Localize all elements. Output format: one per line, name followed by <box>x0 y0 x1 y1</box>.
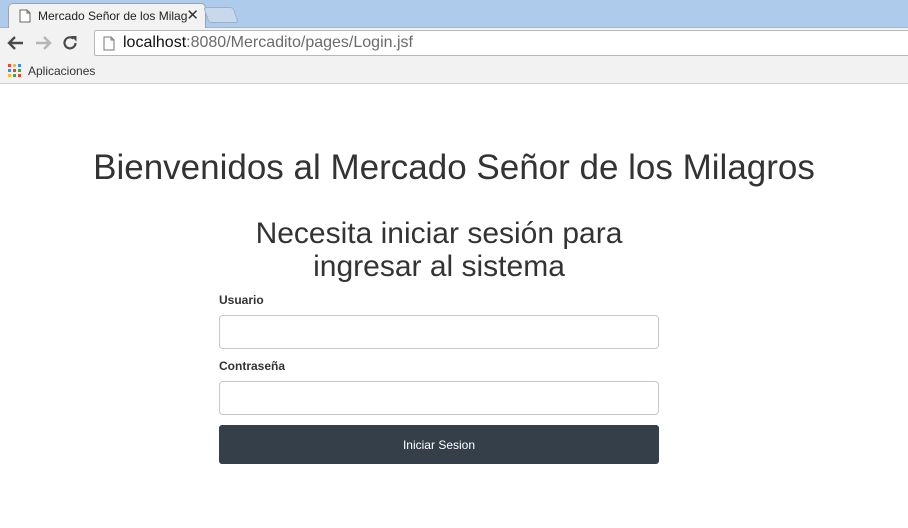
login-subtitle: Necesita iniciar sesión para ingresar al… <box>255 217 623 283</box>
forward-button[interactable] <box>32 32 54 54</box>
bookmarks-bar: Aplicaciones <box>0 58 908 84</box>
username-label: Usuario <box>219 293 264 307</box>
page-title: Bienvenidos al Mercado Señor de los Mila… <box>93 148 815 187</box>
url-host: localhost <box>123 34 187 51</box>
password-label: Contraseña <box>219 359 286 373</box>
back-button[interactable] <box>5 32 27 54</box>
apps-grid-icon[interactable] <box>8 64 21 77</box>
password-input[interactable] <box>219 381 659 415</box>
reload-button[interactable] <box>59 32 81 54</box>
url-path: :8080/Mercadito/pages/Login.jsf <box>186 34 413 51</box>
browser-toolbar: localhost:8080/Mercadito/pages/Login.jsf <box>0 28 908 58</box>
tab-title: Mercado Señor de los Milagros <box>38 9 188 23</box>
page-icon <box>103 36 115 50</box>
login-button[interactable]: Iniciar Sesion <box>219 425 659 464</box>
forward-arrow-icon <box>36 36 52 50</box>
username-input[interactable] <box>219 315 659 349</box>
page-content: Bienvenidos al Mercado Señor de los Mila… <box>0 85 908 528</box>
reload-icon <box>63 36 77 50</box>
back-arrow-icon <box>7 36 23 50</box>
new-tab-button[interactable] <box>203 7 239 23</box>
page-icon <box>19 9 31 23</box>
apps-bookmark-label[interactable]: Aplicaciones <box>28 64 95 78</box>
browser-tab[interactable]: Mercado Señor de los Milagros ✕ <box>8 3 206 28</box>
tab-close-icon[interactable]: ✕ <box>186 8 199 24</box>
tab-strip: Mercado Señor de los Milagros ✕ <box>0 0 908 28</box>
address-bar[interactable]: localhost:8080/Mercadito/pages/Login.jsf <box>94 30 908 56</box>
login-form: Usuario Contraseña Iniciar Sesion <box>219 293 659 464</box>
